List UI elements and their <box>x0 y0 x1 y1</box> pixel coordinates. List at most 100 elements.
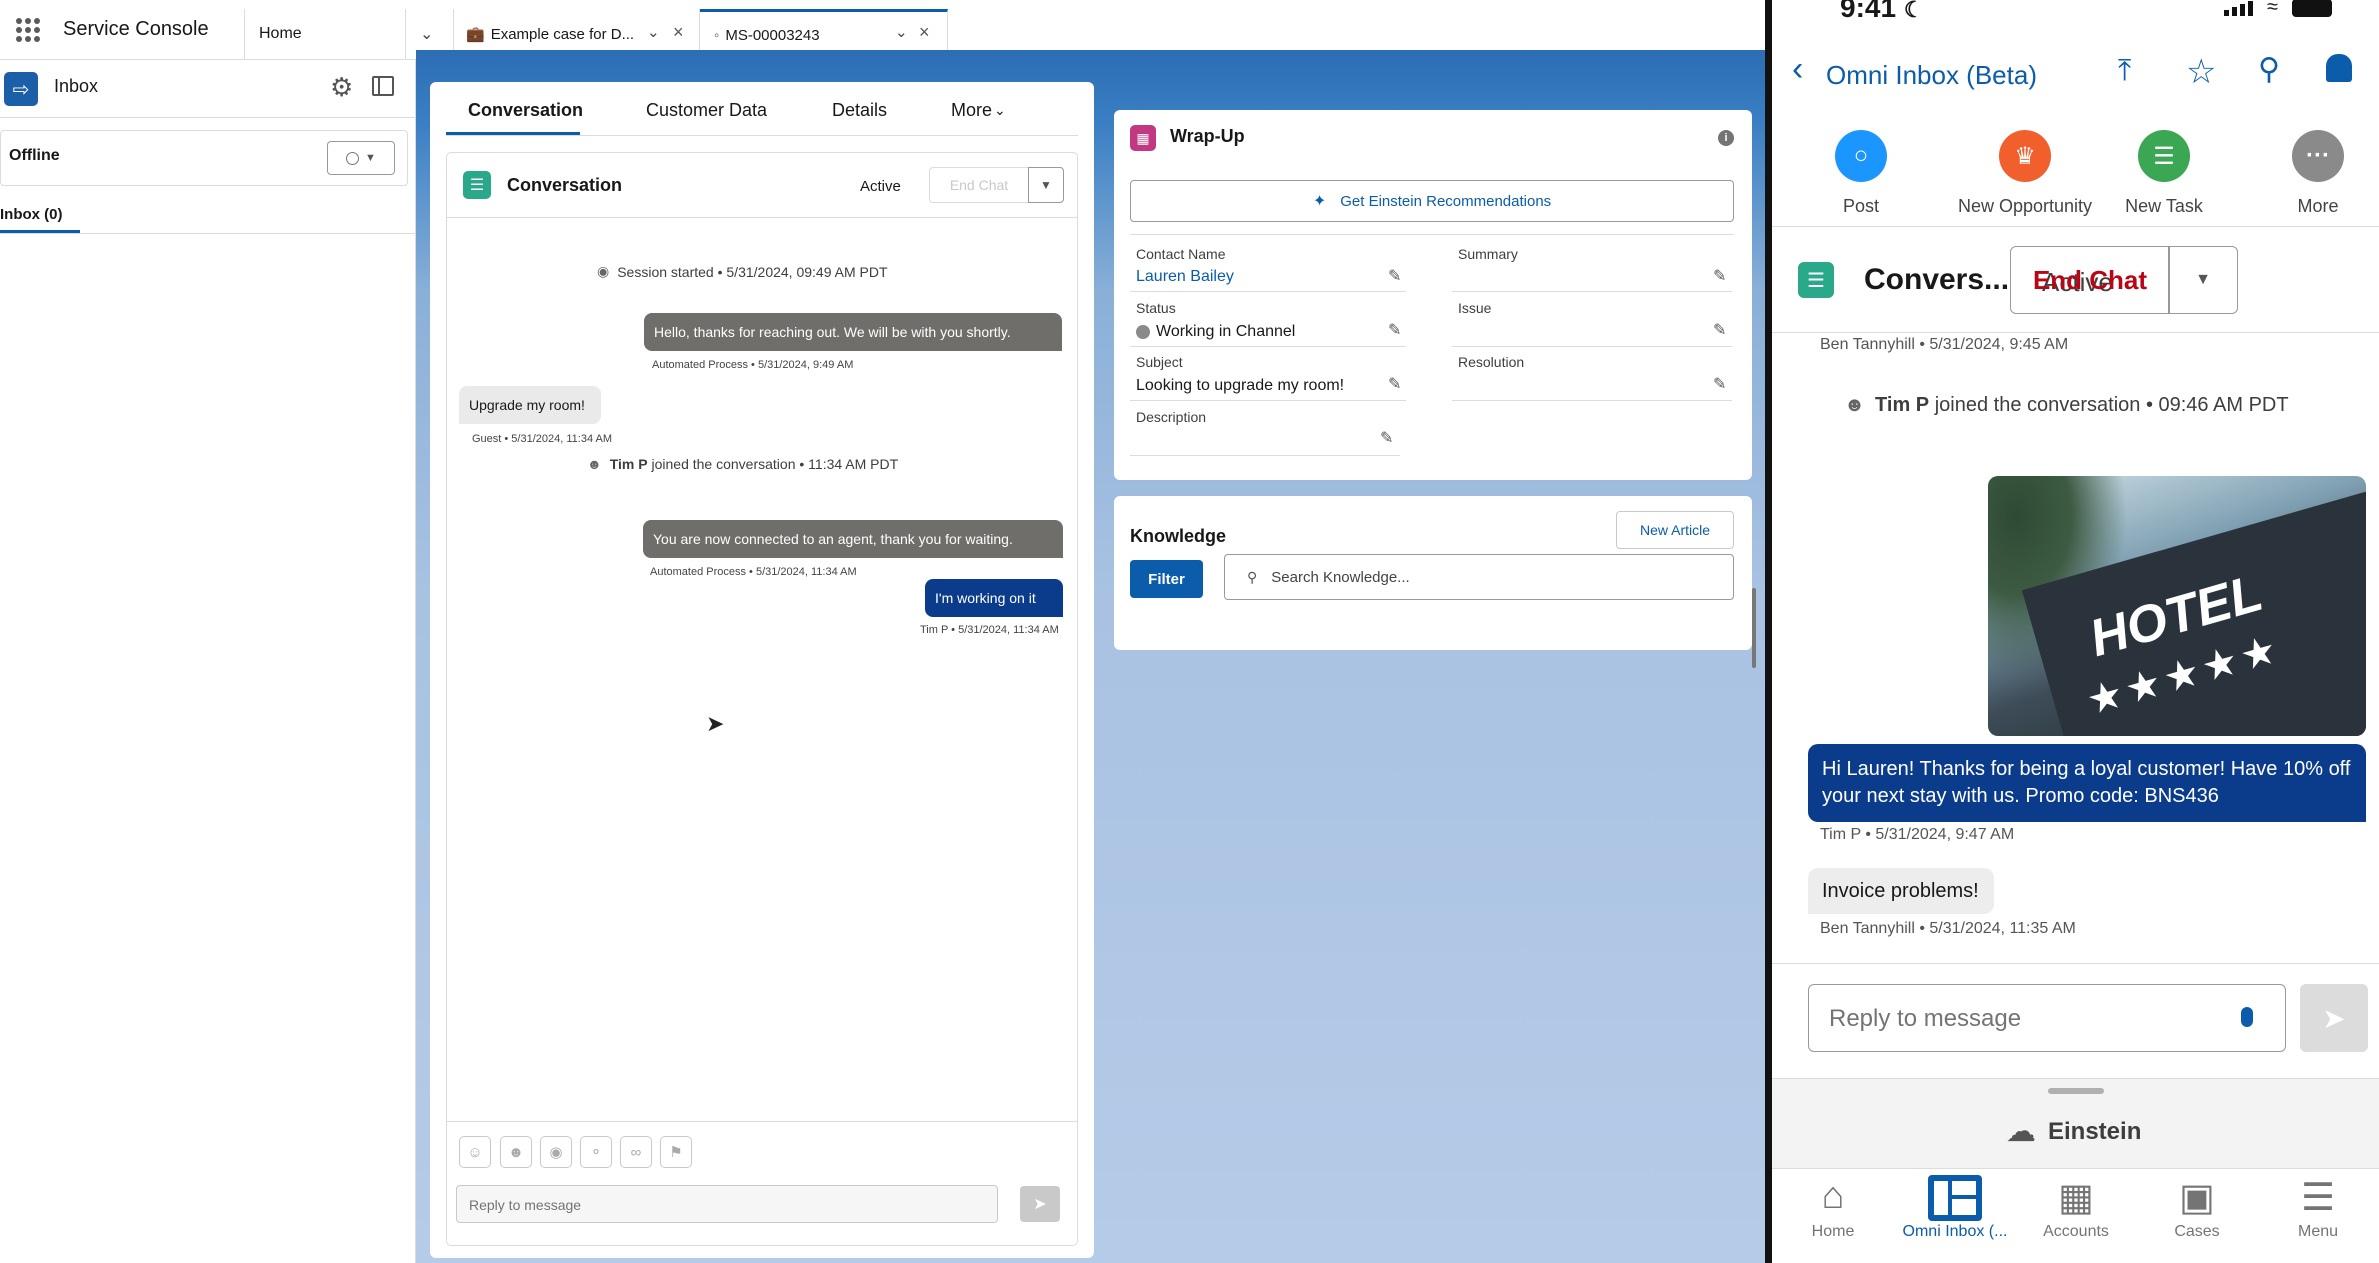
end-chat-button[interactable]: End Chat <box>929 167 1029 203</box>
message-meta: Tim P • 5/31/2024, 9:47 AM <box>1820 826 2015 843</box>
panel-toggle-icon[interactable] <box>372 76 394 96</box>
more-dots-icon: ··· <box>2292 130 2344 182</box>
presence-status-dropdown[interactable]: ▼ <box>327 141 395 175</box>
briefcase-icon: ▣ <box>2179 1177 2215 1219</box>
message-bubble-guest: Upgrade my room! <box>459 386 601 424</box>
phone-agent-join-name: Tim P <box>1875 394 1930 416</box>
flag-icon[interactable]: ⚑ <box>660 1136 692 1168</box>
tab-home-chevron-down-icon[interactable]: ⌄ <box>420 24 433 44</box>
microphone-icon[interactable] <box>2241 1007 2253 1027</box>
agent-join-name: Tim P <box>609 456 648 472</box>
tab-customer-data[interactable]: Customer Data <box>646 100 767 121</box>
reply-input[interactable]: Reply to message <box>456 1185 998 1223</box>
bottom-sheet-handle[interactable] <box>2048 1088 2104 1094</box>
einstein-recommendations-label: Get Einstein Recommendations <box>1340 192 1552 210</box>
nav-omni-inbox[interactable]: Omni Inbox (... <box>1894 1175 2016 1241</box>
tab-example-case-close-icon[interactable]: × <box>673 22 684 43</box>
app-launcher-icon[interactable] <box>16 18 40 42</box>
tab-conversation[interactable]: Conversation <box>468 100 583 121</box>
nav-cases[interactable]: ▣ Cases <box>2136 1175 2258 1241</box>
tab-divider <box>405 9 406 59</box>
conversation-header-divider <box>447 217 1077 218</box>
message-bubble-automated: You are now connected to an agent, thank… <box>643 520 1063 558</box>
hamburger-menu-icon: ☰ <box>2300 1177 2336 1219</box>
nav-menu[interactable]: ☰ Menu <box>2257 1175 2379 1241</box>
omni-inbox-icon <box>1894 1175 2016 1221</box>
einstein-recommendations-button[interactable]: ✦ Get Einstein Recommendations <box>1130 180 1734 222</box>
einstein-bar[interactable]: ☁ Einstein <box>2006 1114 2141 1149</box>
knowledge-search-input[interactable]: ⚲ Search Knowledge... <box>1224 554 1734 600</box>
quick-action-new-opportunity-label: New Opportunity <box>1957 196 2093 216</box>
filter-button[interactable]: Filter <box>1130 560 1203 598</box>
hotel-image[interactable]: HOTEL ★★★★★ <box>1988 476 2366 736</box>
phone-conversation-title: Convers... <box>1864 263 2010 296</box>
edit-resolution-pencil-icon[interactable]: ✎ <box>1713 374 1726 394</box>
inbox-tab[interactable]: Inbox (0) <box>0 194 416 234</box>
task-list-icon: ☰ <box>2138 130 2190 182</box>
phone-agent-joined-event: ☻ Tim P joined the conversation • 09:46 … <box>1844 394 2289 417</box>
nav-accounts-label: Accounts <box>2043 1223 2109 1240</box>
search-icon[interactable]: ⚲ <box>2258 52 2280 87</box>
quick-action-new-task-label: New Task <box>2125 196 2203 216</box>
contact-name-link[interactable]: Lauren Bailey <box>1136 268 1234 286</box>
phone-reply-placeholder: Reply to message <box>1829 1005 2022 1032</box>
session-started: ◉ Session started • 5/31/2024, 09:49 AM … <box>597 263 888 280</box>
quick-action-more[interactable]: ··· More <box>2253 130 2379 217</box>
tab-more[interactable]: More ⌄ <box>951 100 1006 121</box>
nav-home[interactable]: ⌂ Home <box>1772 1175 1894 1241</box>
subject-value: Looking to upgrade my room! <box>1136 377 1345 394</box>
tab-details[interactable]: Details <box>832 100 887 121</box>
phone-send-button[interactable]: ➤ <box>2300 984 2368 1052</box>
divider <box>1772 963 2379 964</box>
link-icon[interactable]: ∞ <box>620 1136 652 1168</box>
quick-action-post[interactable]: ○ Post <box>1796 130 1926 217</box>
status-label: Status <box>1136 300 1176 316</box>
emoji-icon[interactable]: ☺ <box>459 1136 491 1168</box>
status-circle-icon <box>346 151 360 165</box>
edit-subject-pencil-icon[interactable]: ✎ <box>1388 374 1401 394</box>
status-value-text: Working in Channel <box>1156 323 1296 340</box>
back-chevron-icon[interactable]: ‹ <box>1792 50 1803 89</box>
edit-summary-pencil-icon[interactable]: ✎ <box>1713 266 1726 286</box>
tab-example-case-chevron-down-icon[interactable]: ⌄ <box>647 23 660 41</box>
phone-reply-input[interactable]: Reply to message <box>1808 984 2286 1052</box>
message-bubble-automated: Hello, thanks for reaching out. We will … <box>644 313 1062 351</box>
phone-end-chat-menu-button[interactable]: ▼ <box>2168 246 2238 314</box>
quick-action-new-opportunity[interactable]: ♛ New Opportunity <box>1940 130 2110 217</box>
edit-status-pencil-icon[interactable]: ✎ <box>1388 320 1401 340</box>
divider <box>1772 226 2379 227</box>
nav-accounts[interactable]: ▦ Accounts <box>2015 1175 2137 1241</box>
edit-issue-pencil-icon[interactable]: ✎ <box>1713 320 1726 340</box>
edit-contact-name-pencil-icon[interactable]: ✎ <box>1388 266 1401 286</box>
field-underline <box>1452 291 1732 292</box>
send-button[interactable]: ➤ <box>1020 1186 1060 1222</box>
end-chat-menu-button[interactable]: ▼ <box>1028 167 1064 203</box>
chat-icon[interactable]: ⚬ <box>580 1136 612 1168</box>
phone-end-chat-button[interactable]: End Chat <box>2010 246 2170 314</box>
wifi-icon: ≈ <box>2267 0 2278 18</box>
settings-gear-icon[interactable]: ⚙ <box>330 72 353 103</box>
inbox-title: Inbox <box>54 76 99 96</box>
star-icon[interactable]: ☆ <box>2186 52 2216 92</box>
info-icon[interactable]: i <box>1718 130 1734 146</box>
tab-ms-chevron-down-icon[interactable]: ⌄ <box>895 23 908 41</box>
wrap-up-title: Wrap-Up <box>1170 126 1245 146</box>
agent-join-icon: ☻ <box>587 456 602 472</box>
conversation-status: Active <box>860 178 901 195</box>
message-meta: Ben Tannyhill • 5/31/2024, 11:35 AM <box>1820 920 2076 937</box>
quick-text-icon[interactable]: ◉ <box>540 1136 572 1168</box>
quick-action-new-task[interactable]: ☰ New Task <box>2099 130 2229 217</box>
tab-ms-close-icon[interactable]: × <box>919 22 930 43</box>
notifications-bell-icon[interactable] <box>2326 54 2352 82</box>
panel-resize-handle[interactable] <box>1752 588 1756 668</box>
edit-description-pencil-icon[interactable]: ✎ <box>1380 428 1393 448</box>
phone-customer-message-bubble: Invoice problems! <box>1808 868 1994 914</box>
more-chevron-down-icon: ⌄ <box>994 102 1006 118</box>
field-underline <box>1452 346 1732 347</box>
knowledge-title: Knowledge <box>1130 526 1227 546</box>
share-icon[interactable]: ⤒ <box>2118 54 2131 88</box>
transfer-icon[interactable]: ☻ <box>500 1136 532 1168</box>
new-article-button[interactable]: New Article <box>1616 511 1734 549</box>
home-icon: ⌂ <box>1821 1175 1845 1217</box>
agent-join-icon: ☻ <box>1844 394 1866 416</box>
